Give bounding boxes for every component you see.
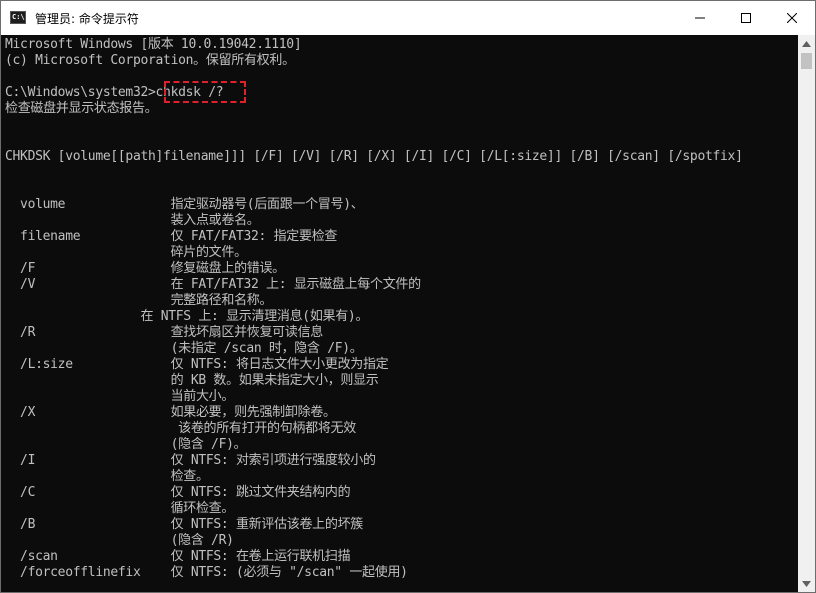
title-bar[interactable]: C:\ 管理员: 命令提示符 <box>1 1 815 35</box>
close-button[interactable] <box>769 1 815 35</box>
console-line: 在 NTFS 上: 显示清理消息(如果有)。 <box>5 309 369 324</box>
console-line: (未指定 /scan 时，隐含 /F)。 <box>5 341 363 356</box>
minimize-icon <box>695 17 705 19</box>
console-line: 完整路径和名称。 <box>5 293 273 308</box>
console-line: /L:size 仅 NTFS: 将日志文件大小更改为指定 <box>5 357 389 372</box>
console-line: 检查。 <box>5 469 209 484</box>
console-line: /B 仅 NTFS: 重新评估该卷上的坏簇 <box>5 517 363 532</box>
scrollbar-thumb[interactable] <box>801 53 812 69</box>
console-line: (隐含 /F)。 <box>5 437 247 452</box>
scroll-down-button[interactable] <box>798 575 815 592</box>
scroll-up-button[interactable] <box>798 35 815 52</box>
console-line: 当前大小。 <box>5 389 235 404</box>
console-line: /X 如果必要，则先强制卸除卷。 <box>5 405 336 420</box>
console-line: 检查磁盘并显示状态报告。 <box>5 101 158 116</box>
console-line: /R 查找坏扇区并恢复可读信息 <box>5 325 323 340</box>
console-line: /C 仅 NTFS: 跳过文件夹结构内的 <box>5 485 351 500</box>
console-line: (c) Microsoft Corporation。保留所有权利。 <box>5 53 295 68</box>
console-line: 碎片的文件。 <box>5 245 248 260</box>
console-output[interactable]: Microsoft Windows [版本 10.0.19042.1110] (… <box>1 35 798 592</box>
console-line: 的 KB 数。如果未指定大小，则显示 <box>5 373 379 388</box>
console-line: 装入点或卷名。 <box>5 213 260 228</box>
command-highlight-box <box>164 81 246 103</box>
close-icon <box>787 13 797 23</box>
console-line: /F 修复磁盘上的错误。 <box>5 261 285 276</box>
maximize-button[interactable] <box>723 1 769 35</box>
console-line: /forceofflinefix 仅 NTFS: (必须与 "/scan" 一起… <box>5 565 408 580</box>
cmd-window: C:\ 管理员: 命令提示符 Microsoft Windows [版本 10.… <box>0 0 816 593</box>
console-line: /I 仅 NTFS: 对索引项进行强度较小的 <box>5 453 376 468</box>
console-line: 该卷的所有打开的句柄都将无效 <box>5 421 356 436</box>
chevron-down-icon <box>802 580 811 587</box>
console-line: Microsoft Windows [版本 10.0.19042.1110] <box>5 37 302 52</box>
console-line: volume 指定驱动器号(后面跟一个冒号)、 <box>5 197 364 212</box>
console-line: CHKDSK [volume[[path]filename]]] [/F] [/… <box>5 149 743 164</box>
cmd-app-icon: C:\ <box>10 11 26 24</box>
console-line: filename 仅 FAT/FAT32: 指定要检查 <box>5 229 338 244</box>
console-line: /scan 仅 NTFS: 在卷上运行联机扫描 <box>5 549 351 564</box>
maximize-icon <box>741 13 751 23</box>
console-line: 循环检查。 <box>5 501 235 516</box>
window-title: 管理员: 命令提示符 <box>35 12 139 26</box>
console-line: (隐含 /R) <box>5 533 234 548</box>
minimize-button[interactable] <box>677 1 723 35</box>
console-line: /V 在 FAT/FAT32 上: 显示磁盘上每个文件的 <box>5 277 421 292</box>
chevron-up-icon <box>802 40 811 47</box>
vertical-scrollbar[interactable] <box>798 35 815 592</box>
